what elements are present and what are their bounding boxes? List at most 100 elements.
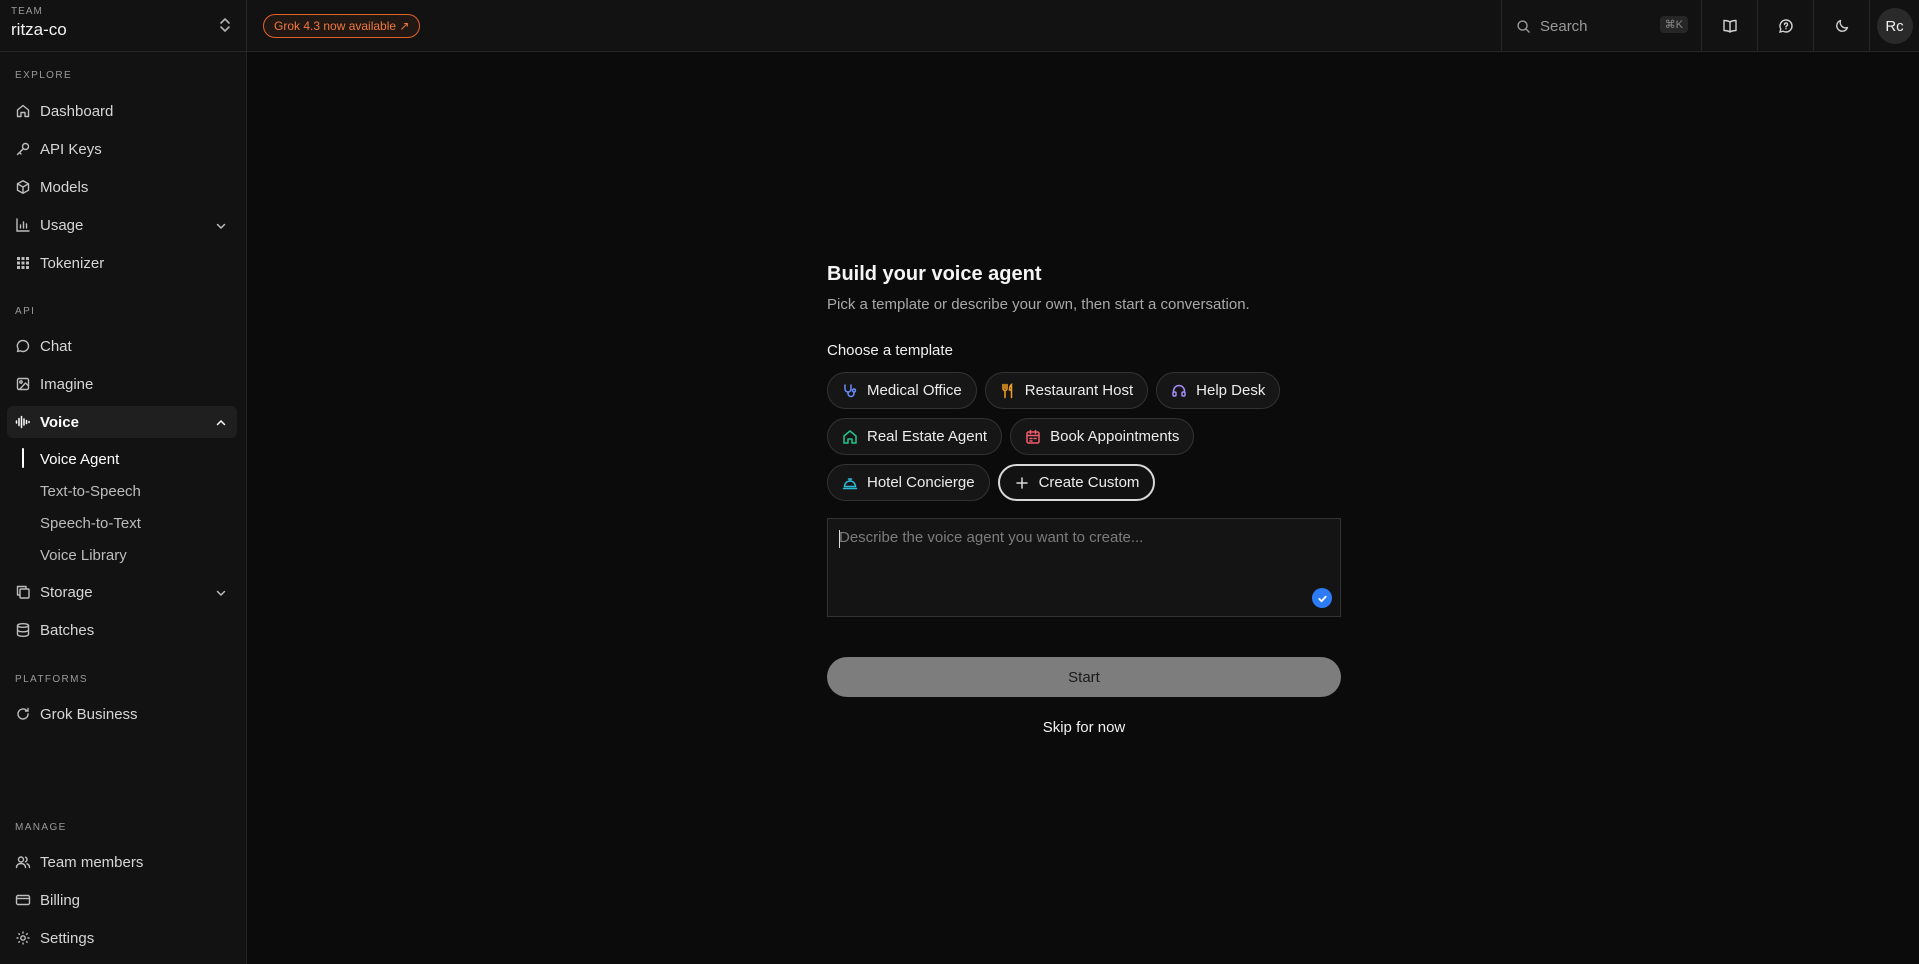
team-name: ritza-co [11,20,67,39]
headset-icon [1171,383,1187,399]
chevron-down-icon [215,219,227,231]
grid-icon [15,255,31,271]
account-menu[interactable]: Rc [1869,0,1919,52]
template-label: Help Desk [1196,382,1266,399]
sidebar-item-api-keys[interactable]: API Keys [7,133,237,165]
template-label: Hotel Concierge [867,474,975,491]
sidebar-item-voice[interactable]: Voice [7,406,237,438]
sidebar-item-label: Grok Business [40,705,138,723]
sidebar-item-label: Dashboard [40,102,114,120]
calendar-icon [1025,429,1041,445]
key-icon [15,141,31,157]
template-medical-office[interactable]: Medical Office [827,372,977,409]
sidebar-item-usage[interactable]: Usage [7,209,237,241]
sidebar-item-label: Chat [40,337,72,355]
top-bar: Grok 4.3 now available ↗ Search ⌘K Rc [247,0,1919,52]
section-label-manage: MANAGE [15,822,67,833]
sidebar-item-label: Usage [40,216,84,234]
template-hotel-concierge[interactable]: Hotel Concierge [827,464,990,501]
refresh-icon [15,706,31,722]
sidebar-subitem-voice-agent[interactable]: Voice Agent [22,445,222,473]
sidebar-item-settings[interactable]: Settings [7,922,237,954]
template-heading: Choose a template [827,342,953,359]
sidebar-item-dashboard[interactable]: Dashboard [7,95,237,127]
start-button[interactable]: Start [827,657,1341,697]
bar-chart-icon [15,217,31,233]
sidebar-item-label: Imagine [40,375,94,393]
page-title: Build your voice agent [827,263,1042,285]
audio-waveform-icon [15,414,31,430]
description-field[interactable] [828,519,1340,616]
image-icon [15,376,31,392]
sidebar-item-tokenizer[interactable]: Tokenizer [7,247,237,279]
sidebar-item-team-members[interactable]: Team members [7,846,237,878]
chevrons-up-down-icon [218,16,232,34]
book-open-icon [1722,19,1737,33]
credit-card-icon [15,892,31,908]
cube-icon [15,179,31,195]
docs-button[interactable] [1701,0,1757,52]
sidebar-subitem-speech-to-text[interactable]: Speech-to-Text [22,509,222,537]
sidebar-item-imagine[interactable]: Imagine [7,368,237,400]
search-label: Search [1540,17,1588,35]
skip-link[interactable]: Skip for now [827,719,1341,736]
plus-icon [1014,475,1030,491]
sidebar-item-models[interactable]: Models [7,171,237,203]
section-label-explore: EXPLORE [15,70,73,81]
template-book-appointments[interactable]: Book Appointments [1010,418,1195,455]
home-icon [15,103,31,119]
create-custom-label: Create Custom [1038,474,1140,491]
team-switcher[interactable]: TEAM ritza-co [0,0,246,52]
main-area: Grok 4.3 now available ↗ Search ⌘K Rc Bu… [247,0,1919,964]
template-label: Book Appointments [1050,428,1180,445]
sidebar-item-label: Billing [40,891,81,909]
template-restaurant-host[interactable]: Restaurant Host [984,372,1149,409]
stethoscope-icon [842,383,858,399]
description-field-wrapper [827,518,1341,617]
sidebar-subitem-voice-library[interactable]: Voice Library [22,541,222,569]
check-icon [1312,588,1332,608]
concierge-bell-icon [842,475,858,491]
theme-toggle-button[interactable] [1813,0,1869,52]
template-label: Restaurant Host [1024,382,1134,399]
utensils-icon [1000,382,1016,399]
template-help-desk[interactable]: Help Desk [1156,372,1281,409]
search-icon [1517,19,1530,33]
search-button[interactable]: Search ⌘K [1501,0,1701,52]
moon-icon [1835,19,1848,32]
sidebar-item-batches[interactable]: Batches [7,614,237,646]
section-label-platforms: PLATFORMS [15,674,88,685]
page-subtitle: Pick a template or describe your own, th… [827,296,1250,313]
text-caret [839,530,840,548]
announcement-badge[interactable]: Grok 4.3 now available ↗ [263,13,421,38]
feedback-button[interactable] [1757,0,1813,52]
top-right-controls: Search ⌘K Rc [1501,0,1919,52]
template-label: Medical Office [867,382,962,399]
sidebar-subitem-text-to-speech[interactable]: Text-to-Speech [22,477,222,505]
files-icon [15,584,31,600]
team-label: TEAM [11,6,43,17]
sidebar-item-chat[interactable]: Chat [7,330,237,362]
database-icon [15,622,31,638]
sidebar: TEAM ritza-co EXPLORE Dashboard API Keys… [0,0,247,964]
house-icon [842,429,858,445]
voice-agent-builder: Build your voice agent Pick a template o… [827,263,1341,736]
section-label-api: API [15,306,36,317]
sidebar-item-storage[interactable]: Storage [7,576,237,608]
template-real-estate-agent[interactable]: Real Estate Agent [827,418,1003,455]
sidebar-item-grok-business[interactable]: Grok Business [7,698,237,730]
sidebar-item-label: Voice [40,413,79,431]
template-list: Medical Office Restaurant Host Help Desk [827,372,1341,501]
sidebar-item-billing[interactable]: Billing [7,884,237,916]
sidebar-item-label: API Keys [40,140,102,158]
create-custom-button[interactable]: Create Custom [997,464,1156,501]
avatar[interactable]: Rc [1876,8,1913,44]
sidebar-item-label: Team members [40,853,144,871]
sidebar-item-label: Models [40,178,89,196]
chat-bubble-icon [15,338,31,354]
help-chat-icon [1778,19,1793,33]
chevron-up-icon [215,416,227,428]
sidebar-item-label: Tokenizer [40,254,105,272]
sidebar-item-label: Settings [40,929,95,947]
chevron-down-icon [215,586,227,598]
